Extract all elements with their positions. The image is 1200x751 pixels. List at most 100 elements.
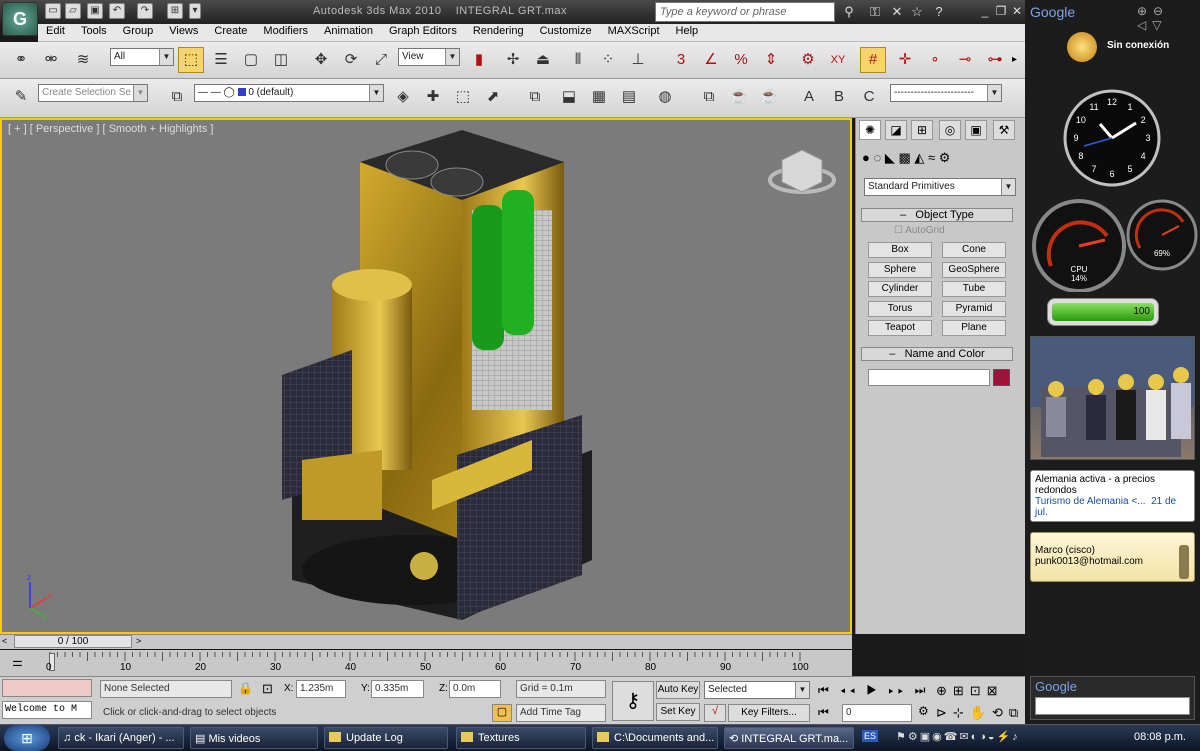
google-search-input[interactable] — [1035, 697, 1190, 715]
object-type-rollout[interactable]: – Object Type — [861, 208, 1013, 222]
key-mode-dropdown[interactable]: Selected ▼ — [704, 681, 810, 699]
object-name-input[interactable] — [868, 369, 990, 386]
plane-button[interactable]: Plane — [942, 320, 1006, 336]
perspective-viewport[interactable]: [ + ] [ Perspective ] [ Smooth + Highlig… — [0, 118, 852, 634]
pivot-snap-icon[interactable]: ✛ — [892, 47, 918, 73]
notepad-scrollbar[interactable] — [1179, 545, 1189, 579]
open-file-icon[interactable]: ▱ — [65, 3, 81, 19]
menu-edit[interactable]: Edit — [38, 24, 73, 38]
utilities-tab-icon[interactable]: ⚒ — [993, 120, 1015, 140]
grid-snap-icon[interactable]: # — [860, 47, 886, 73]
news-headline[interactable]: Alemania activa - a precios redondos — [1035, 474, 1190, 496]
unlink-icon[interactable]: ⚮ — [38, 47, 64, 73]
cameras-icon[interactable]: ▩ — [898, 150, 910, 165]
time-config-icon[interactable]: ⚙ — [918, 704, 929, 718]
torus-button[interactable]: Torus — [868, 301, 932, 317]
menu-create[interactable]: Create — [206, 24, 255, 38]
geosphere-button[interactable]: GeoSphere — [942, 262, 1006, 278]
key-icon[interactable]: ⚿ — [866, 3, 884, 21]
teapot-c-icon[interactable]: C — [856, 84, 882, 110]
render-production-icon[interactable]: ☕ — [726, 84, 752, 110]
menu-graph-editors[interactable]: Graph Editors — [381, 24, 465, 38]
display-tab-icon[interactable]: ▣ — [965, 120, 987, 140]
help-icon[interactable]: ? — [930, 3, 948, 21]
start-button[interactable]: ⊞ — [4, 725, 50, 751]
mini-curve-editor-icon[interactable]: ⚌ — [12, 655, 23, 669]
taskbar-item-documents[interactable]: C:\Documents and... — [592, 727, 718, 749]
menu-views[interactable]: Views — [161, 24, 206, 38]
x-coordinate-field[interactable]: 1.235m — [296, 680, 346, 698]
set-current-layer-icon[interactable]: ⬈ — [480, 84, 506, 110]
curve-editor-icon[interactable]: ⬓ — [556, 84, 582, 110]
contact-email[interactable]: punk0013@hotmail.com — [1035, 556, 1190, 567]
contact-notepad[interactable]: Marco (cisco) punk0013@hotmail.com — [1030, 532, 1195, 582]
save-icon[interactable]: ▣ — [87, 3, 103, 19]
quick-access-dropdown-icon[interactable]: ▾ — [189, 3, 201, 19]
cylinder-button[interactable]: Cylinder — [868, 281, 932, 297]
rectangular-selection-icon[interactable]: ▢ — [238, 47, 264, 73]
new-layer-icon[interactable]: ◈ — [390, 84, 416, 110]
object-color-swatch[interactable] — [993, 369, 1010, 386]
taskbar-item-player[interactable]: ♫ ck - Ikari (Anger) - ... — [58, 727, 184, 749]
quick-render-icon[interactable]: ☕ — [756, 84, 782, 110]
edit-named-selection-icon[interactable]: ✎ — [8, 84, 34, 110]
set-key-icon[interactable]: ⚷ — [612, 681, 654, 721]
angle-snap-icon[interactable]: ∠ — [698, 47, 724, 73]
rotate-icon[interactable]: ⟳ — [338, 47, 364, 73]
cone-button[interactable]: Cone — [942, 242, 1006, 258]
time-next-icon[interactable]: > — [136, 636, 141, 646]
key-mode-toggle-icon[interactable]: ⏮ — [818, 705, 829, 720]
time-slider[interactable]: < 0 / 100 > — [0, 634, 852, 649]
viewport-nav-controls[interactable]: ⊕⊞⊡⊠ — [936, 683, 1004, 699]
geometry-icon[interactable]: ● — [862, 150, 870, 165]
z-coordinate-field[interactable]: 0.0m — [449, 680, 501, 698]
link-icon[interactable]: ⚭ — [8, 47, 34, 73]
menu-tools[interactable]: Tools — [73, 24, 115, 38]
project-folder-icon[interactable]: ⊞ — [167, 3, 183, 19]
maxscript-mini-listener-top[interactable] — [2, 679, 92, 697]
hierarchy-tab-icon[interactable]: ⊞ — [911, 120, 933, 140]
mirror-icon[interactable]: ⫴ — [565, 47, 591, 73]
menu-help[interactable]: Help — [668, 24, 707, 38]
select-in-layer-icon[interactable]: ⬚ — [450, 84, 476, 110]
add-to-layer-icon[interactable]: ✚ — [420, 84, 446, 110]
redo-icon[interactable]: ↷ — [137, 3, 153, 19]
system-tray-icons[interactable]: ⚑⚙▣◉☎✉◐◑◒⚡♪ — [896, 730, 1020, 743]
viewport-nav-controls-2[interactable]: ⊳⊹✋⟲⧉ — [936, 705, 1024, 721]
modify-tab-icon[interactable]: ◪ — [885, 120, 907, 140]
vertex-snap-icon[interactable]: ∘ — [922, 47, 948, 73]
clock[interactable]: 08:08 p.m. — [1134, 731, 1186, 743]
render-setup-icon[interactable]: ◍ — [652, 84, 678, 110]
move-icon[interactable]: ✥ — [308, 47, 334, 73]
layer-manager-icon[interactable]: ⧉ — [164, 84, 190, 110]
search-input[interactable]: Type a keyword or phrase — [655, 2, 835, 22]
photo-gadget[interactable] — [1030, 336, 1195, 460]
rendered-frame-icon[interactable]: ⧉ — [696, 84, 722, 110]
menu-rendering[interactable]: Rendering — [465, 24, 532, 38]
snap-3d-icon[interactable]: 3 — [668, 47, 694, 73]
graphite-tools-icon[interactable]: ⧉ — [522, 84, 548, 110]
helpers-icon[interactable]: ◭ — [914, 150, 924, 165]
sidebar-controls-2[interactable]: ◁▽ — [1137, 18, 1167, 32]
menu-animation[interactable]: Animation — [316, 24, 381, 38]
sidebar-controls[interactable]: ⊕⊖ — [1137, 4, 1169, 18]
pyramid-button[interactable]: Pyramid — [942, 301, 1006, 317]
snap-options-icon[interactable]: ⚙ — [795, 47, 821, 73]
snap-xy-icon[interactable]: XY — [825, 47, 851, 73]
time-tag-icon[interactable]: ▢ — [492, 704, 512, 722]
endpoint-snap-icon[interactable]: ⊸ — [952, 47, 978, 73]
select-by-name-icon[interactable]: ☰ — [208, 47, 234, 73]
schematic-view-icon[interactable]: ▦ — [586, 84, 612, 110]
material-editor-icon[interactable]: ▤ — [616, 84, 642, 110]
primitive-category-dropdown[interactable]: Standard Primitives ▼ — [864, 178, 1016, 196]
keyboard-shortcut-icon[interactable]: ⏏ — [530, 47, 556, 73]
spinner-snap-icon[interactable]: ⇕ — [758, 47, 784, 73]
menu-modifiers[interactable]: Modifiers — [255, 24, 316, 38]
array-icon[interactable]: ⁘ — [595, 47, 621, 73]
percent-snap-icon[interactable]: % — [728, 47, 754, 73]
time-slider-thumb[interactable]: 0 / 100 — [14, 635, 132, 648]
favorites-icon[interactable]: ☆ — [908, 3, 926, 21]
news-gadget[interactable]: Alemania activa - a precios redondos Tur… — [1030, 470, 1195, 522]
taskbar-item-textures[interactable]: Textures — [456, 727, 586, 749]
scale-icon[interactable]: ⤢ — [368, 47, 394, 73]
